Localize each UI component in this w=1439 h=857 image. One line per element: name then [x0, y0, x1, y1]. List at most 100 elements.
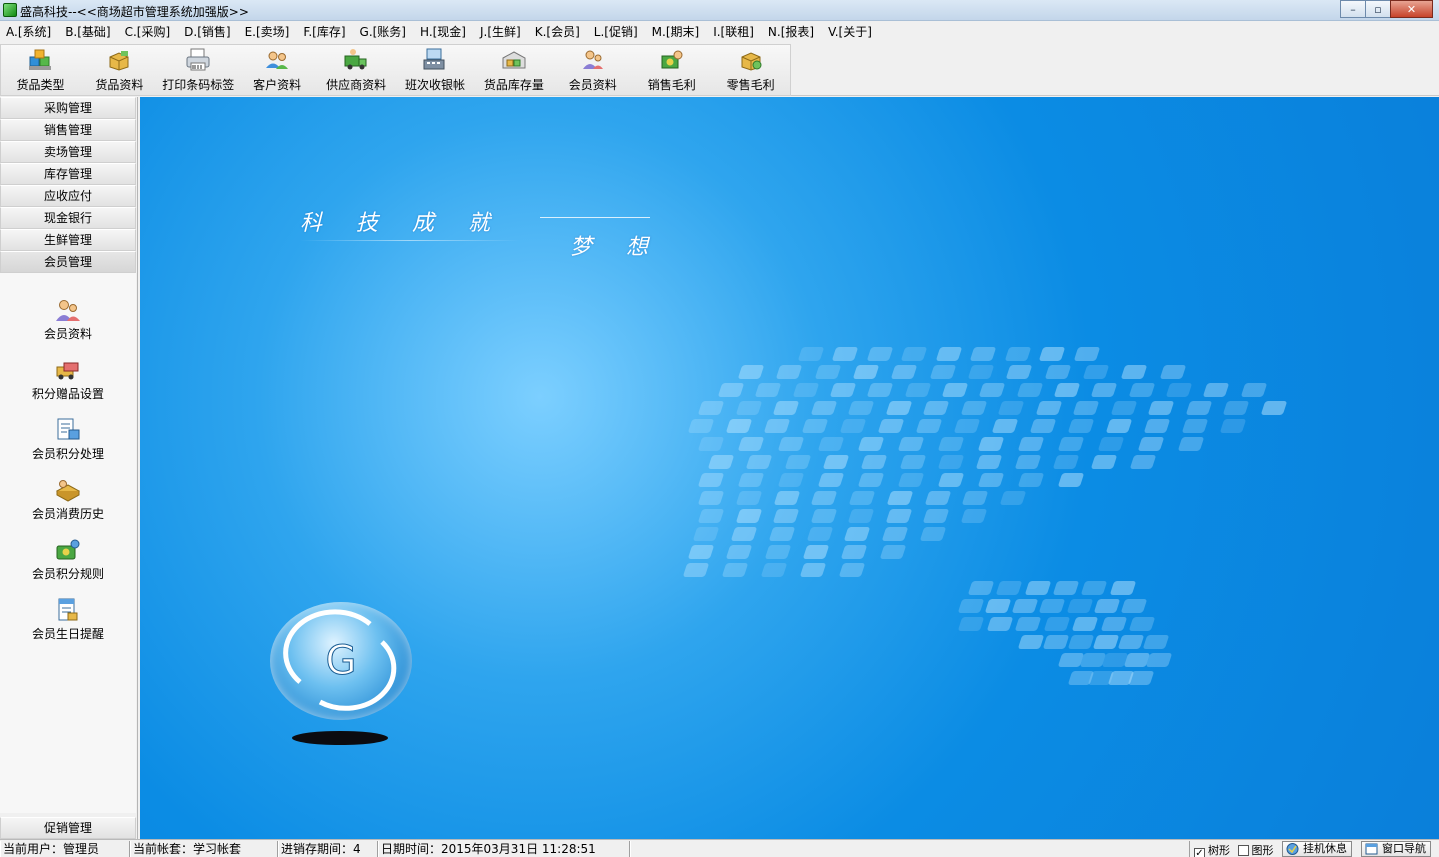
map-tile: [1097, 437, 1125, 451]
minimize-button[interactable]: –: [1340, 0, 1366, 18]
map-tile: [897, 437, 925, 451]
map-tile: [904, 383, 931, 397]
menu-fresh[interactable]: J.[生鲜]: [480, 23, 521, 40]
map-tile: [1109, 581, 1136, 595]
sidebar-item-points-rule[interactable]: 会员积分规则: [0, 513, 136, 581]
tree-view-checkbox[interactable]: ✓: [1194, 848, 1205, 857]
sidebar-item-label: 积分赠品设置: [31, 387, 104, 401]
menu-about[interactable]: V.[关于]: [828, 23, 872, 40]
menu-reports[interactable]: N.[报表]: [768, 23, 814, 40]
maximize-button[interactable]: ▫: [1365, 0, 1391, 18]
map-tile: [838, 563, 866, 577]
map-tile: [746, 455, 773, 469]
sidebar-group-fresh[interactable]: 生鲜管理: [0, 229, 136, 251]
map-tile: [1165, 383, 1193, 397]
map-tile: [810, 509, 837, 523]
map-tile: [962, 491, 989, 505]
sidebar-group-member[interactable]: 会员管理: [0, 251, 136, 273]
map-tile: [1014, 455, 1041, 469]
menu-system[interactable]: A.[系统]: [6, 23, 51, 40]
lock-rest-button[interactable]: 挂机休息: [1282, 841, 1352, 857]
map-tile: [1017, 473, 1045, 487]
map-tile: [730, 527, 758, 541]
slogan-right: 梦想: [570, 235, 683, 260]
map-tile: [760, 563, 788, 577]
toolbar-label: 零售毛利: [726, 78, 775, 92]
toolbar-product-type-button[interactable]: 货品类型: [1, 45, 80, 95]
map-tile: [817, 473, 845, 487]
window-nav-button[interactable]: 窗口导航: [1361, 841, 1431, 857]
sidebar-group-store[interactable]: 卖场管理: [0, 141, 136, 163]
map-tile: [957, 617, 985, 631]
map-tile: [976, 455, 1003, 469]
map-tile: [1128, 383, 1155, 397]
toolbar-supplier-button[interactable]: 供应商资料: [317, 45, 396, 95]
map-tile: [726, 545, 753, 559]
close-button[interactable]: ✕: [1390, 0, 1433, 18]
toolbar-cashier-shift-button[interactable]: 班次收银帐: [396, 45, 475, 95]
sidebar-group-cash-bank[interactable]: 现金银行: [0, 207, 136, 229]
status-spacer: [630, 841, 1190, 857]
toolbar-barcode-print-button[interactable]: 打印条码标签: [159, 45, 238, 95]
menu-cash[interactable]: H.[现金]: [420, 23, 466, 40]
supplier-icon: [343, 48, 369, 72]
menu-basic[interactable]: B.[基础]: [65, 23, 110, 40]
svg-text:G: G: [326, 638, 357, 684]
map-tile: [697, 509, 725, 523]
sidebar-item-points-gift[interactable]: 积分赠品设置: [0, 333, 136, 401]
sidebar-group-promotion[interactable]: 促销管理: [0, 817, 136, 839]
map-tile: [697, 491, 725, 505]
menu-sales[interactable]: D.[销售]: [184, 23, 230, 40]
sidebar-item-birthday-reminder[interactable]: 会员生日提醒: [0, 573, 136, 641]
sidebar-item-points-process[interactable]: 会员积分处理: [0, 393, 136, 461]
map-tile: [861, 455, 888, 469]
graph-view-checkbox[interactable]: [1237, 845, 1249, 856]
toolbar-retail-profit-button[interactable]: 零售毛利: [711, 45, 790, 95]
sidebar-group-sales[interactable]: 销售管理: [0, 119, 136, 141]
menu-purchase[interactable]: C.[采购]: [125, 23, 171, 40]
map-tile: [1072, 401, 1100, 415]
menu-period-end[interactable]: M.[期末]: [652, 23, 700, 40]
toolbar-sales-profit-button[interactable]: 销售毛利: [632, 45, 711, 95]
sidebar-item-member-info[interactable]: 会员资料: [0, 273, 136, 341]
map-tile: [1093, 599, 1120, 613]
menu-accounts[interactable]: G.[账务]: [360, 23, 406, 40]
toolbar-product-info-button[interactable]: 货品资料: [80, 45, 159, 95]
menu-promotion[interactable]: L.[促销]: [594, 23, 638, 40]
slogan-left: 科技成就: [300, 211, 525, 236]
map-tile: [1038, 347, 1066, 361]
map-tile: [1145, 653, 1173, 667]
map-tile: [1240, 383, 1267, 397]
map-tile: [1159, 365, 1186, 379]
toolbar-inventory-button[interactable]: 货品库存量: [474, 45, 553, 95]
menu-lease[interactable]: I.[联租]: [713, 23, 754, 40]
lock-rest-label: 挂机休息: [1303, 842, 1347, 855]
sidebar-group-inventory[interactable]: 库存管理: [0, 163, 136, 185]
map-tile: [885, 401, 912, 415]
map-tile: [1029, 419, 1057, 433]
map-tile: [806, 527, 833, 541]
points-rule-icon: [54, 537, 82, 563]
menu-store[interactable]: E.[卖场]: [245, 23, 290, 40]
map-tile: [792, 383, 819, 397]
sidebar-item-consumption-history[interactable]: 会员消费历史: [0, 453, 136, 521]
map-tile: [687, 419, 715, 433]
map-tile: [866, 347, 894, 361]
map-tile: [1147, 401, 1175, 415]
toolbar-member-button[interactable]: 会员资料: [553, 45, 632, 95]
status-current-user: 当前用户：管理员: [0, 841, 130, 857]
toolbar-label: 货品库存量: [483, 78, 544, 92]
sidebar-group-purchase[interactable]: 采购管理: [0, 97, 136, 119]
menu-inventory[interactable]: F.[库存]: [303, 23, 345, 40]
map-tile: [997, 401, 1025, 415]
title-bar: 盛高科技--<<商场超市管理系统加强版>> – ▫ ✕: [0, 0, 1439, 21]
menu-member[interactable]: K.[会员]: [535, 23, 580, 40]
slogan-underline: [300, 240, 520, 241]
map-tile: [1092, 635, 1120, 649]
map-tile: [1081, 581, 1108, 595]
member-info-icon: [54, 297, 82, 323]
toolbar-customer-button[interactable]: 客户资料: [238, 45, 317, 95]
map-tile: [1014, 617, 1042, 631]
slogan-divider: [540, 217, 650, 218]
sidebar-group-receivable[interactable]: 应收应付: [0, 185, 136, 207]
